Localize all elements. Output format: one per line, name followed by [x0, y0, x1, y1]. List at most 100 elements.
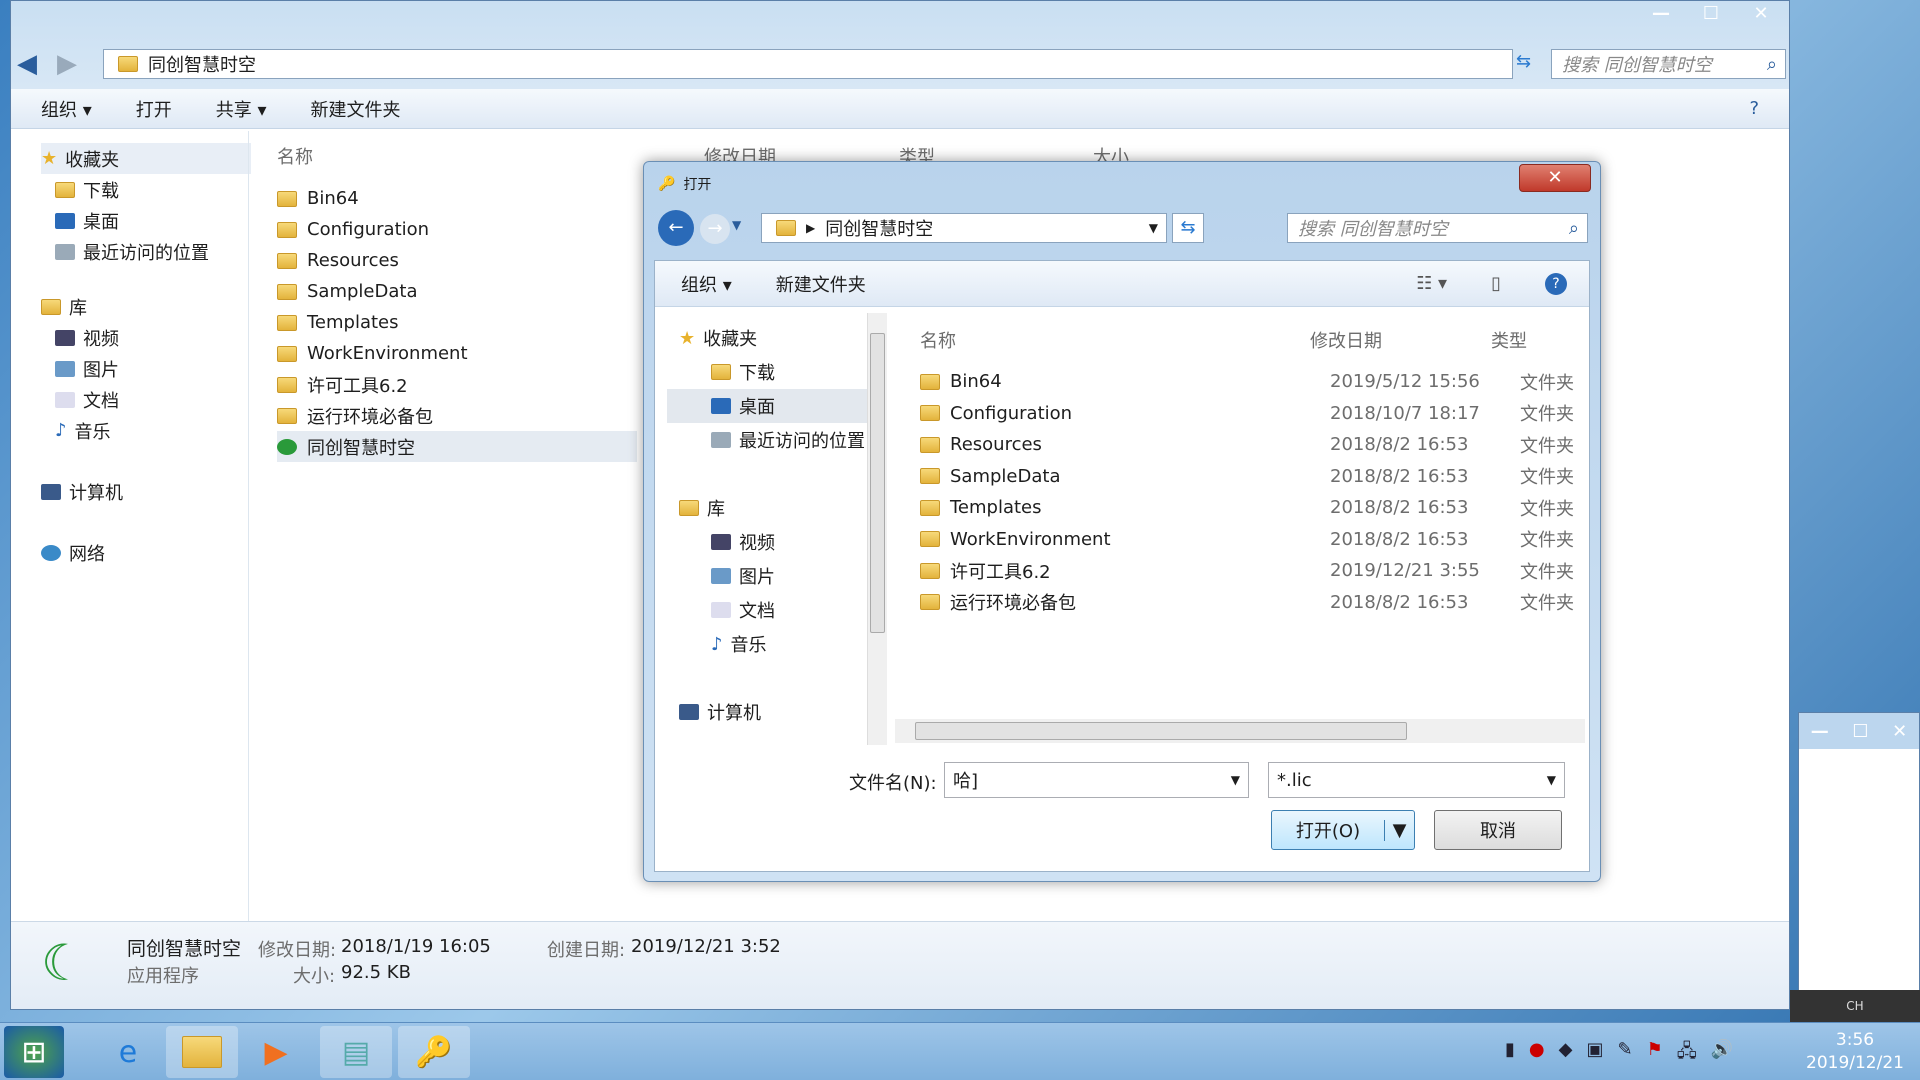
file-row[interactable]: Configuration	[277, 214, 637, 245]
column-type[interactable]: 类型	[1491, 327, 1527, 353]
back-button[interactable]: ←	[658, 210, 694, 246]
close-button[interactable]: ✕	[1892, 721, 1907, 742]
nav-network[interactable]: 网络	[41, 537, 251, 568]
column-name[interactable]: 名称	[277, 143, 313, 169]
new-folder-button[interactable]: 新建文件夹	[311, 96, 401, 122]
search-icon: ⌕	[1568, 217, 1579, 239]
refresh-button[interactable]: ⇆	[1172, 213, 1204, 243]
file-row[interactable]: 运行环境必备包	[277, 400, 637, 431]
file-name: Configuration	[307, 219, 430, 240]
file-row[interactable]: Resources 2018/8/2 16:53 文件夹	[920, 429, 1580, 461]
license-tool-icon[interactable]: 🔑	[398, 1026, 470, 1078]
network-tool-icon[interactable]: ✎	[1617, 1039, 1632, 1069]
created-label: 创建日期:	[547, 940, 626, 961]
address-bar[interactable]: 同创智慧时空	[103, 49, 1513, 79]
file-row[interactable]: 许可工具6.2 2019/12/21 3:55 文件夹	[920, 555, 1580, 587]
start-button[interactable]: ⊞	[4, 1026, 64, 1078]
refresh-icon[interactable]: ⇆	[1516, 51, 1531, 72]
nav-favorites[interactable]: ★ 收藏夹	[667, 321, 869, 355]
nav-libraries[interactable]: 库	[667, 491, 869, 525]
file-row[interactable]: 许可工具6.2	[277, 369, 637, 400]
column-date[interactable]: 修改日期	[1310, 327, 1382, 353]
language-bar[interactable]: CH	[1790, 990, 1920, 1022]
file-row[interactable]: WorkEnvironment	[277, 338, 637, 369]
nav-computer[interactable]: 计算机	[41, 476, 251, 507]
file-date: 2019/5/12 15:56	[1330, 371, 1480, 393]
usb-icon[interactable]: ▮	[1505, 1039, 1515, 1069]
action-center-icon[interactable]: ⚑	[1647, 1039, 1663, 1069]
search-input[interactable]: 搜索 同创智慧时空 ⌕	[1551, 49, 1786, 79]
file-row[interactable]: Resources	[277, 245, 637, 276]
nav-pictures[interactable]: 图片	[41, 353, 251, 384]
record-icon[interactable]: ●	[1529, 1039, 1545, 1069]
explorer-taskbar-icon[interactable]	[166, 1026, 238, 1078]
file-date: 2018/8/2 16:53	[1330, 434, 1469, 456]
filename-input[interactable]: 哈] ▼	[944, 762, 1249, 798]
file-row[interactable]: SampleData	[277, 276, 637, 307]
file-row[interactable]: Bin64	[277, 183, 637, 214]
nav-downloads[interactable]: 下载	[667, 355, 869, 389]
view-options-icon[interactable]: ☷ ▾	[1416, 273, 1447, 294]
open-button[interactable]: 打开(O) ▼	[1271, 810, 1415, 850]
file-row[interactable]: Configuration 2018/10/7 18:17 文件夹	[920, 398, 1580, 430]
folder-icon	[920, 499, 940, 516]
notepad-icon[interactable]: ▤	[320, 1026, 392, 1078]
nav-music[interactable]: ♪ 音乐	[41, 415, 251, 446]
media-player-icon[interactable]: ▶	[240, 1026, 312, 1078]
nav-favorites[interactable]: ★ 收藏夹	[41, 143, 251, 174]
nav-scrollbar[interactable]	[867, 313, 887, 745]
share-button[interactable]: 共享 ▾	[216, 96, 267, 122]
column-name[interactable]: 名称	[920, 327, 956, 353]
minimize-button[interactable]: —	[1636, 3, 1686, 27]
maximize-button[interactable]: ☐	[1686, 3, 1736, 27]
close-button[interactable]: ✕	[1736, 3, 1786, 27]
dialog-search-input[interactable]: 搜索 同创智慧时空 ⌕	[1287, 213, 1588, 243]
nav-recent[interactable]: 最近访问的位置	[41, 236, 251, 267]
file-row[interactable]: 同创智慧时空	[277, 431, 637, 462]
nav-libraries[interactable]: 库	[41, 291, 251, 322]
organize-button[interactable]: 组织 ▾	[41, 96, 92, 122]
file-type-select[interactable]: *.lic ▼	[1268, 762, 1565, 798]
tray-app-icon[interactable]: ◆	[1559, 1039, 1573, 1069]
cancel-button[interactable]: 取消	[1434, 810, 1562, 850]
nav-desktop[interactable]: 桌面	[41, 205, 251, 236]
nav-videos[interactable]: 视频	[667, 525, 869, 559]
nav-documents[interactable]: 文档	[41, 384, 251, 415]
new-folder-button[interactable]: 新建文件夹	[776, 271, 866, 297]
file-row[interactable]: Bin64 2019/5/12 15:56 文件夹	[920, 366, 1580, 398]
maximize-button[interactable]: ☐	[1852, 721, 1868, 742]
nav-videos[interactable]: 视频	[41, 322, 251, 353]
file-row[interactable]: WorkEnvironment 2018/8/2 16:53 文件夹	[920, 524, 1580, 556]
nav-documents[interactable]: 文档	[667, 593, 869, 627]
recent-pages-dropdown[interactable]: ▼	[732, 218, 741, 232]
dialog-close-button[interactable]: ✕	[1519, 164, 1591, 192]
nav-downloads[interactable]: 下载	[41, 174, 251, 205]
file-row[interactable]: SampleData 2018/8/2 16:53 文件夹	[920, 461, 1580, 493]
file-row[interactable]: Templates	[277, 307, 637, 338]
forward-button[interactable]: →	[700, 214, 730, 244]
nav-music[interactable]: ♪ 音乐	[667, 627, 869, 661]
file-row[interactable]: Templates 2018/8/2 16:53 文件夹	[920, 492, 1580, 524]
horizontal-scrollbar[interactable]	[895, 719, 1585, 743]
forward-button[interactable]: ▶	[57, 49, 77, 79]
back-button[interactable]: ◀	[17, 49, 37, 79]
help-icon[interactable]: ?	[1545, 272, 1567, 295]
preview-pane-icon[interactable]: ▯	[1491, 273, 1501, 294]
file-row[interactable]: 运行环境必备包 2018/8/2 16:53 文件夹	[920, 587, 1580, 619]
nav-computer[interactable]: 计算机	[667, 695, 869, 729]
open-button[interactable]: 打开	[136, 96, 172, 122]
open-dropdown-arrow[interactable]: ▼	[1384, 819, 1414, 841]
minimize-button[interactable]: —	[1811, 721, 1829, 742]
nav-recent[interactable]: 最近访问的位置	[667, 423, 869, 457]
file-name: Bin64	[307, 188, 359, 209]
ie-icon[interactable]: e	[92, 1026, 164, 1078]
organize-button[interactable]: 组织 ▾	[681, 271, 732, 297]
nav-desktop[interactable]: 桌面	[667, 389, 869, 423]
volume-icon[interactable]: 🔊	[1711, 1039, 1733, 1069]
vm-icon[interactable]: ▣	[1586, 1039, 1603, 1069]
network-icon[interactable]: 🖧	[1677, 1039, 1697, 1069]
dialog-address-bar[interactable]: ▶ 同创智慧时空 ▼	[761, 213, 1167, 243]
help-icon[interactable]: ?	[1749, 98, 1759, 119]
nav-pictures[interactable]: 图片	[667, 559, 869, 593]
clock[interactable]: 3:56 2019/12/21	[1795, 1029, 1915, 1075]
